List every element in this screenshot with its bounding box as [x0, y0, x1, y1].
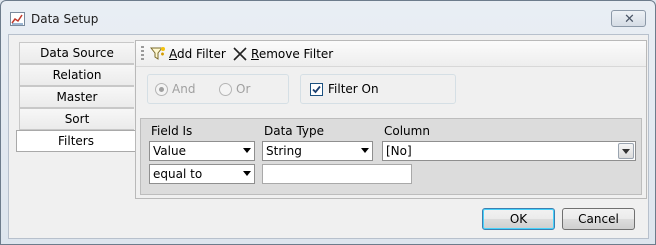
- tab-master-component[interactable]: Master Component: [19, 86, 134, 124]
- window-title: Data Setup: [31, 12, 99, 26]
- field-is-dropdown[interactable]: Value: [149, 141, 255, 161]
- and-label: And: [172, 82, 196, 96]
- column-header: Column: [384, 124, 430, 138]
- chevron-down-icon: [243, 171, 251, 176]
- data-type-dropdown[interactable]: String: [262, 141, 373, 161]
- data-type-value: String: [266, 144, 302, 158]
- column-dropdown[interactable]: [No]: [382, 141, 636, 161]
- field-is-value: Value: [153, 144, 186, 158]
- close-button[interactable]: ✕: [611, 10, 646, 27]
- remove-filter-mnemonic: R: [251, 47, 259, 61]
- and-radio[interactable]: [155, 83, 168, 96]
- logic-group: And Or: [147, 74, 289, 104]
- column-value: [No]: [386, 144, 412, 158]
- tab-data-source[interactable]: Data Source: [19, 42, 134, 64]
- add-filter-icon: [150, 47, 165, 60]
- filter-on-checkbox[interactable]: [310, 83, 323, 96]
- add-filter-label: dd Filter: [177, 47, 226, 61]
- remove-filter-button[interactable]: Remove Filter: [232, 45, 333, 63]
- ok-button[interactable]: OK: [482, 208, 555, 230]
- filter-on-label: Filter On: [328, 82, 379, 96]
- or-radio[interactable]: [219, 83, 232, 96]
- cancel-button[interactable]: Cancel: [562, 208, 635, 230]
- add-filter-button[interactable]: Add Filter: [150, 45, 228, 63]
- field-is-header: Field Is: [151, 124, 193, 138]
- filter-on-group: Filter On: [300, 74, 456, 104]
- filters-panel: Add Filter Remove Filter And Or Filter O…: [135, 40, 647, 199]
- tab-sort[interactable]: Sort: [19, 108, 134, 130]
- condition-dropdown[interactable]: equal to: [149, 164, 255, 184]
- tab-filters[interactable]: Filters: [16, 130, 135, 152]
- add-filter-mnemonic: A: [169, 47, 177, 61]
- condition-value-input[interactable]: [262, 164, 412, 184]
- chevron-down-icon: [622, 149, 630, 154]
- tab-relation[interactable]: Relation: [19, 64, 134, 86]
- or-label: Or: [236, 82, 251, 96]
- remove-filter-label: emove Filter: [258, 47, 334, 61]
- dialog-client-area: Data Source Relation Master Component So…: [8, 34, 649, 239]
- data-type-header: Data Type: [264, 124, 325, 138]
- toolbar-grip[interactable]: [141, 46, 144, 62]
- filter-toolbar: Add Filter Remove Filter: [136, 41, 646, 67]
- chevron-down-icon: [243, 148, 251, 153]
- filter-row-area: Field Is Data Type Column Value String […: [140, 118, 642, 195]
- data-setup-dialog: Data Setup ✕ Data Source Relation Master…: [0, 0, 656, 245]
- column-dropdown-button[interactable]: [618, 143, 634, 159]
- chevron-down-icon: [361, 148, 369, 153]
- title-bar: Data Setup ✕: [1, 1, 655, 34]
- condition-value: equal to: [153, 167, 203, 181]
- chart-app-icon: [10, 12, 25, 26]
- remove-x-icon: [233, 47, 247, 61]
- check-icon: [312, 85, 321, 94]
- close-icon: ✕: [624, 12, 635, 27]
